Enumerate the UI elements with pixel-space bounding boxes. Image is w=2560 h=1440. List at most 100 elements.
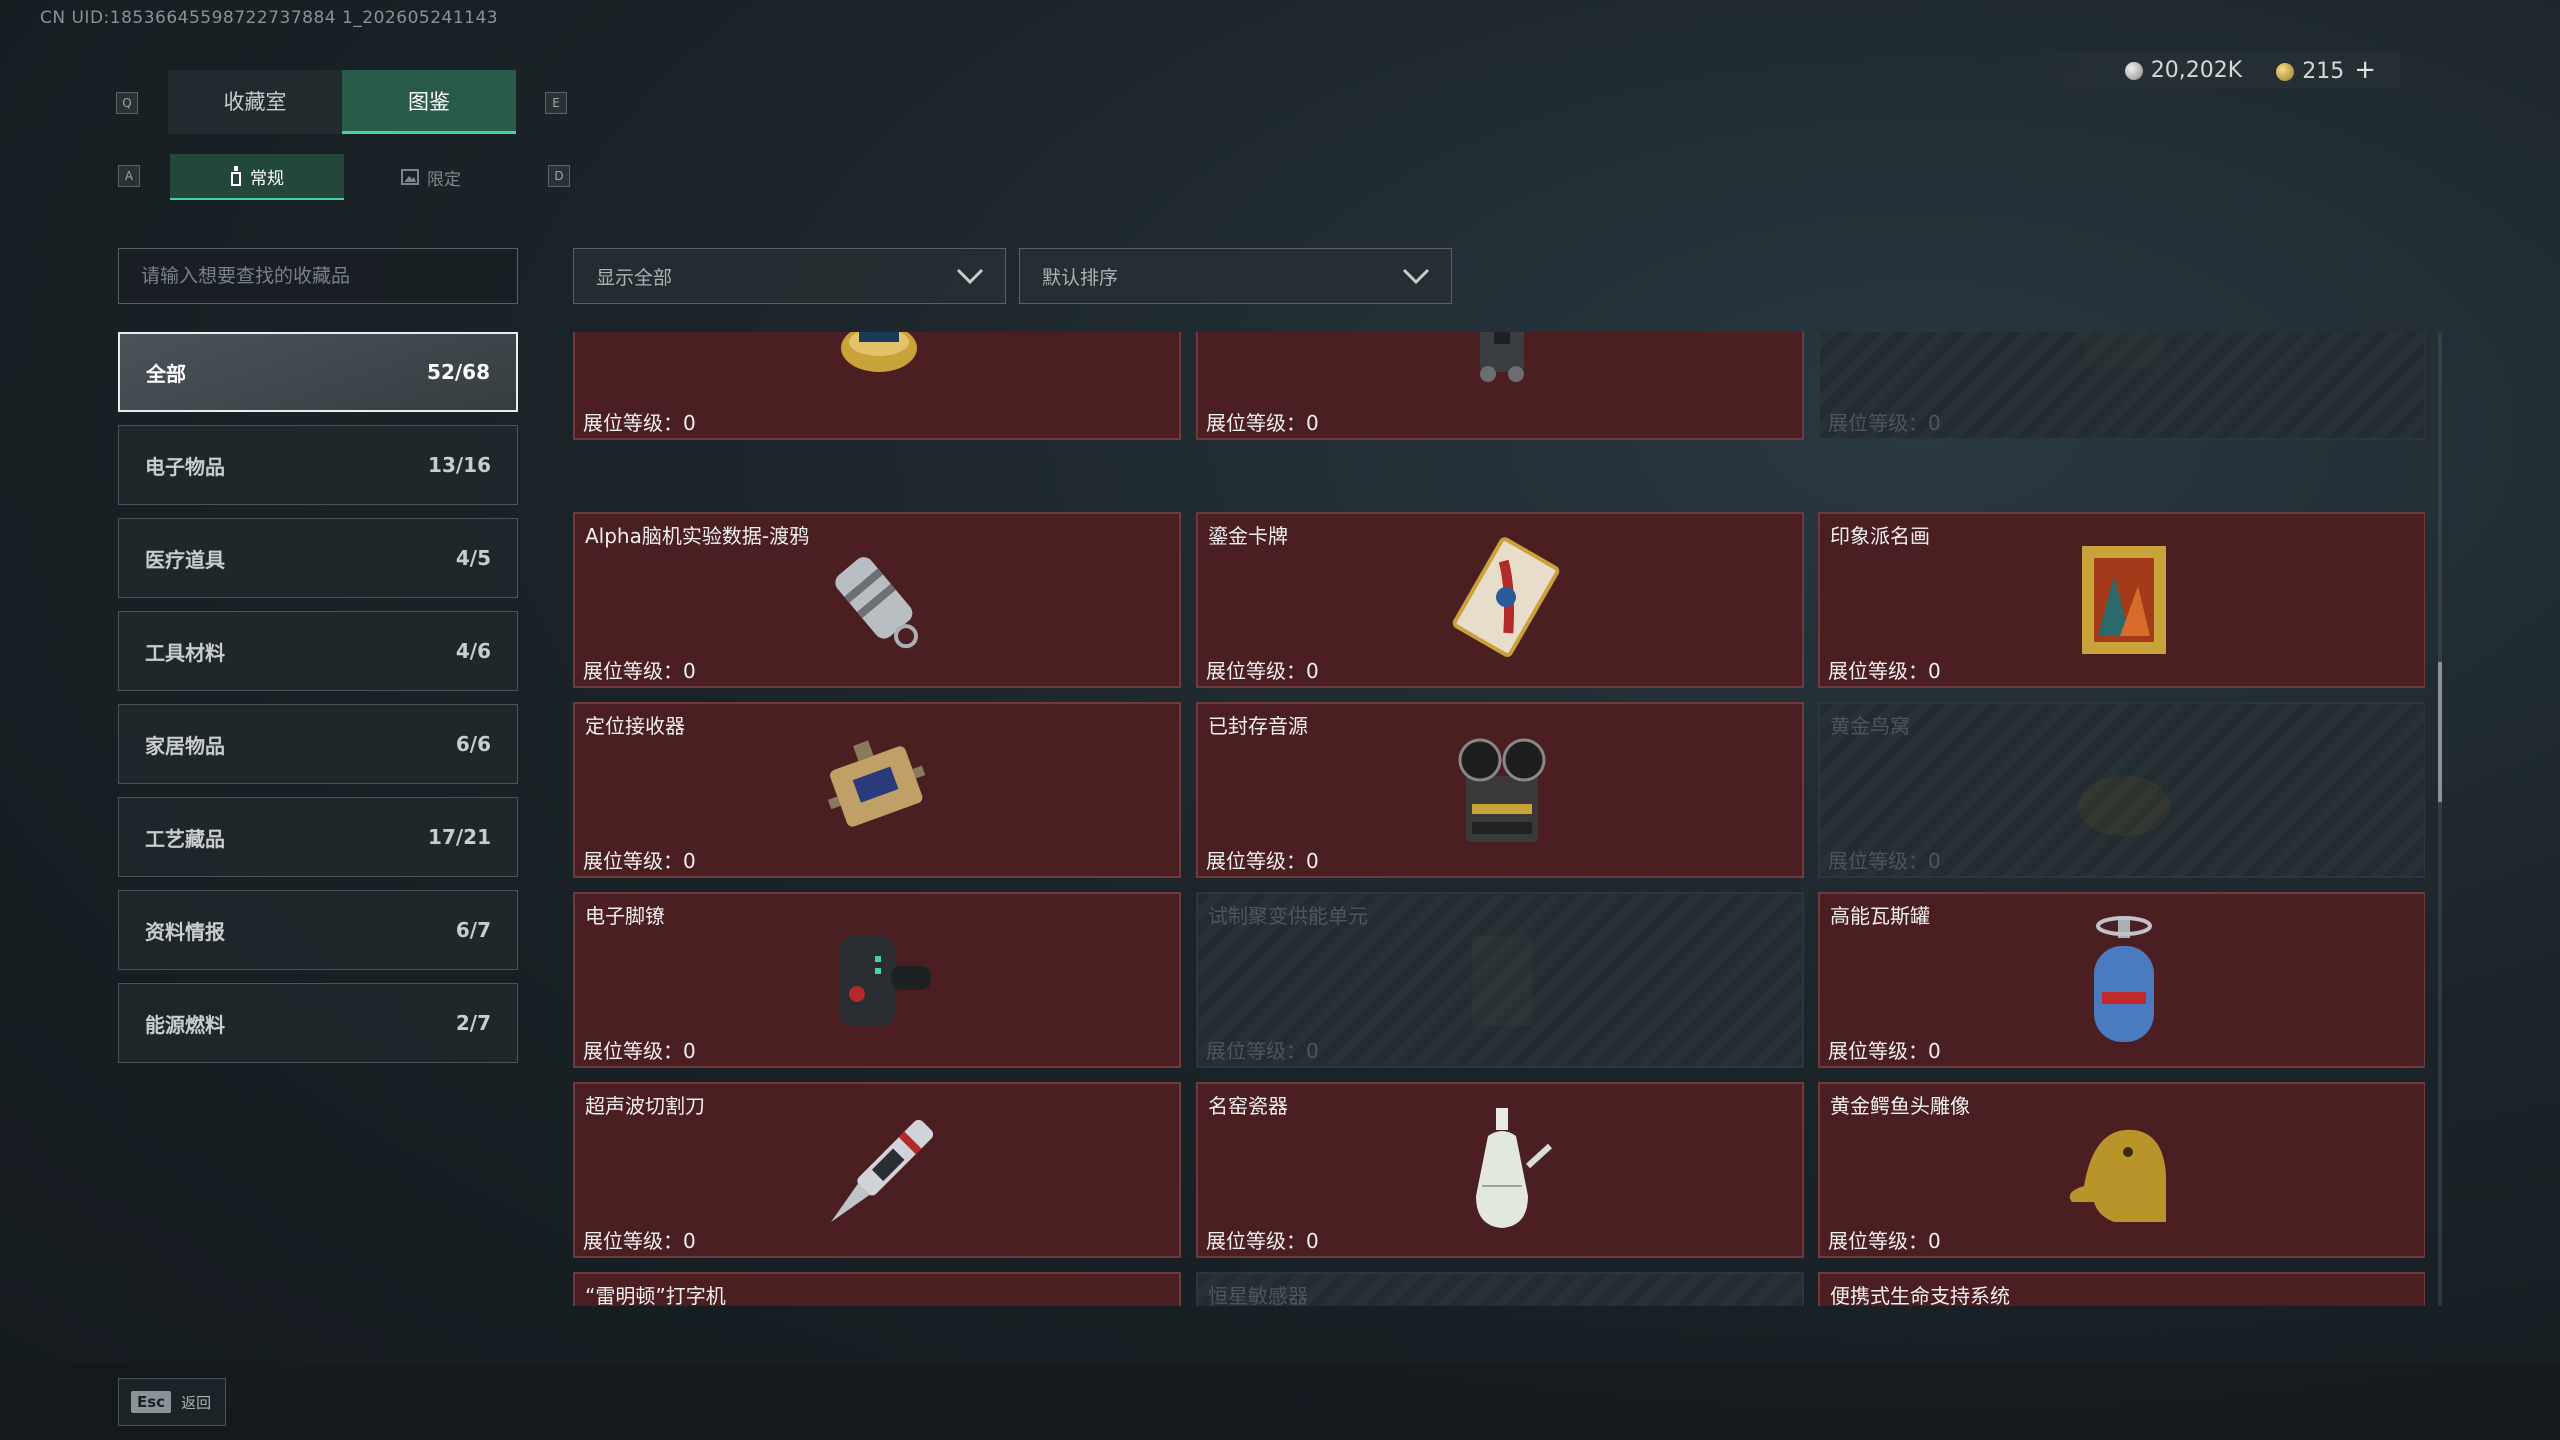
search-input[interactable]	[118, 248, 518, 304]
category-count: 4/5	[455, 546, 491, 570]
bottle-icon	[231, 166, 241, 186]
fusion-cell-icon	[1472, 936, 1532, 1026]
item-display-level: 展位等级：0	[1206, 849, 1319, 873]
main-tabs: 收藏室 图鉴	[168, 70, 516, 134]
collection-item-card[interactable]: 黄金鳄鱼头雕像 展位等级：0	[1818, 1082, 2425, 1258]
key-hint-a: A	[118, 165, 140, 187]
filter-value: 显示全部	[596, 266, 673, 289]
collection-item-card[interactable]: 印象派名画 展位等级：0	[1818, 512, 2425, 688]
field-radio-icon	[1480, 332, 1524, 382]
caviar-tin-icon	[841, 332, 917, 372]
category-electronics[interactable]: 电子物品 13/16	[118, 425, 518, 505]
key-hint-d: D	[548, 165, 570, 187]
item-name: 黄金鳄鱼头雕像	[1830, 1094, 1970, 1118]
collection-item-card[interactable]: 超声波切割刀 展位等级：0	[573, 1082, 1181, 1258]
category-all[interactable]: 全部 52/68	[118, 332, 518, 412]
collection-item-card[interactable]: “雷明顿”打字机	[573, 1272, 1181, 1306]
item-display-level: 展位等级：0	[583, 411, 696, 435]
back-button[interactable]: Esc 返回	[118, 1378, 226, 1426]
subtab-limited[interactable]: 限定	[344, 154, 518, 200]
item-name: 黄金鸟窝	[1830, 714, 1910, 738]
gold-currency: 215 +	[2276, 55, 2376, 85]
star-sensor-icon	[1432, 1296, 1572, 1306]
item-name: 印象派名画	[1830, 524, 1930, 548]
silver-amount: 20,202K	[2150, 57, 2243, 83]
item-name: 高能瓦斯罐	[1830, 904, 1930, 928]
collection-item-card[interactable]: Alpha脑机实验数据-渡鸦 展位等级：0	[573, 512, 1181, 688]
category-tools[interactable]: 工具材料 4/6	[118, 611, 518, 691]
item-display-level: 展位等级：0	[1828, 1229, 1941, 1253]
golden-nest-icon	[2078, 776, 2170, 836]
item-display-level: 展位等级：0	[583, 1039, 696, 1063]
collection-grid: 展位等级：0 展位等级：0 展位等级：0 Alpha脑机实验数据-渡鸦 展位等级：0 鎏金…	[573, 332, 2425, 1306]
collection-item-card[interactable]: 便携式生命支持系统	[1818, 1272, 2425, 1306]
category-crafts[interactable]: 工艺藏品 17/21	[118, 797, 518, 877]
tab-codex[interactable]: 图鉴	[342, 70, 516, 134]
item-display-level: 展位等级：0	[1828, 849, 1941, 873]
item-display-level: 展位等级：0	[1206, 1229, 1319, 1253]
category-label: 能源燃料	[145, 1012, 225, 1037]
locator-receiver-icon	[827, 740, 926, 827]
collection-item-card[interactable]: 名窑瓷器展位等级：0	[1196, 1082, 1804, 1258]
filter-dropdown[interactable]: 显示全部	[573, 248, 1006, 304]
item-name: Alpha脑机实验数据-渡鸦	[585, 524, 810, 548]
crocodile-statue-icon	[2069, 1129, 2166, 1222]
item-name: 已封存音源	[1208, 714, 1308, 738]
bottom-bar	[0, 1364, 2560, 1440]
collection-item-card[interactable]: 电子脚镣展位等级：0	[573, 892, 1181, 1068]
add-currency-button[interactable]: +	[2354, 55, 2376, 85]
category-count: 2/7	[455, 1011, 491, 1035]
chevron-down-icon	[956, 268, 984, 285]
silver-currency: 20,202K	[2124, 57, 2243, 83]
collection-item-card[interactable]: 恒星敏感器	[1196, 1272, 1804, 1306]
category-intel[interactable]: 资料情报 6/7	[118, 890, 518, 970]
item-display-level: 展位等级：0	[1828, 411, 1941, 435]
collection-item-card[interactable]: 展位等级：0	[1196, 332, 1804, 440]
collection-item-card[interactable]: 定位接收器展位等级：0	[573, 702, 1181, 878]
user-uid: CN UID:18536645598722737884 1_2026052411…	[40, 8, 499, 28]
grid-scrollbar[interactable]	[2438, 332, 2442, 1306]
item-display-level: 展位等级：0	[583, 659, 696, 683]
item-display-level: 展位等级：0	[583, 1229, 696, 1253]
typewriter-icon	[809, 1296, 949, 1306]
collection-item-card[interactable]: 展位等级：0	[573, 332, 1181, 440]
subtab-regular[interactable]: 常规	[170, 154, 344, 200]
gold-amount: 215	[2302, 59, 2345, 84]
gold-coin-icon	[2276, 63, 2295, 81]
category-count: 6/7	[455, 918, 491, 942]
ankle-monitor-icon	[839, 936, 931, 1026]
item-name: 定位接收器	[585, 714, 685, 738]
category-household[interactable]: 家居物品 6/6	[118, 704, 518, 784]
item-display-level: 展位等级：0	[1206, 659, 1319, 683]
item-display-level: 展位等级：0	[583, 849, 696, 873]
collection-item-card[interactable]: 展位等级：0	[1818, 332, 2425, 440]
item-name: 名窑瓷器	[1208, 1094, 1288, 1118]
category-label: 家居物品	[145, 733, 225, 758]
key-hint-q: Q	[116, 92, 138, 114]
category-energy[interactable]: 能源燃料 2/7	[118, 983, 518, 1063]
item-name: 超声波切割刀	[585, 1094, 705, 1118]
data-capsule-icon	[835, 557, 918, 649]
key-hint-e: E	[545, 92, 567, 114]
category-medical[interactable]: 医疗道具 4/5	[118, 518, 518, 598]
esc-key-icon: Esc	[131, 1391, 172, 1413]
image-icon	[401, 169, 419, 185]
collection-item-card[interactable]: 鎏金卡牌展位等级：0	[1196, 512, 1804, 688]
category-label: 医疗道具	[145, 547, 225, 572]
item-name: 鎏金卡牌	[1208, 524, 1288, 548]
subtab-limited-label: 限定	[427, 169, 461, 190]
life-support-icon	[2054, 1296, 2194, 1306]
painting-icon	[2082, 546, 2166, 654]
reel-recorder-icon	[1458, 738, 1546, 842]
collection-item-card[interactable]: 试制聚变供能单元 展位等级：0	[1196, 892, 1804, 1068]
collection-item-card[interactable]: 高能瓦斯罐 展位等级：0	[1818, 892, 2425, 1068]
item-name: 电子脚镣	[585, 904, 665, 928]
scrollbar-thumb[interactable]	[2438, 662, 2442, 802]
sort-dropdown[interactable]: 默认排序	[1019, 248, 1452, 304]
tab-collection-room[interactable]: 收藏室	[168, 70, 342, 134]
item-name: 试制聚变供能单元	[1208, 904, 1368, 928]
category-count: 4/6	[455, 639, 491, 663]
collection-item-card[interactable]: 黄金鸟窝展位等级：0	[1818, 702, 2425, 878]
collection-item-card[interactable]: 已封存音源展位等级：0	[1196, 702, 1804, 878]
silver-coin-icon	[2124, 61, 2143, 80]
